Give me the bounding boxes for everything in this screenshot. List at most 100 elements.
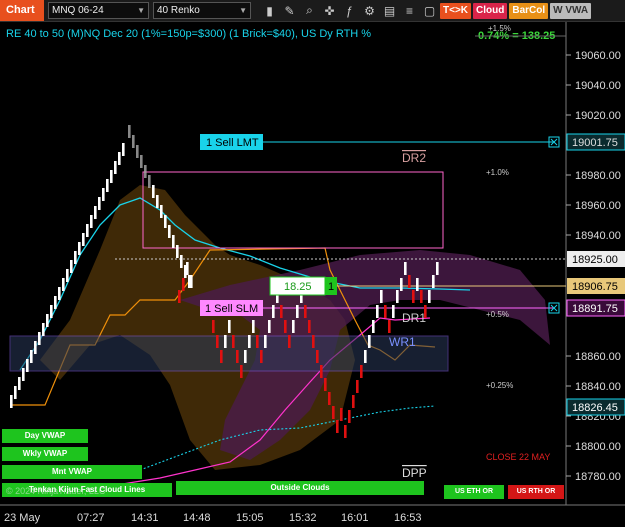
renko-brick bbox=[432, 275, 435, 288]
renko-brick bbox=[114, 161, 117, 174]
renko-brick bbox=[178, 290, 181, 303]
renko-brick bbox=[70, 260, 73, 273]
renko-brick bbox=[280, 305, 283, 318]
renko-brick bbox=[122, 143, 125, 156]
renko-brick bbox=[148, 175, 151, 188]
renko-brick bbox=[186, 262, 189, 275]
instrument-selector[interactable]: MNQ 06-24 ▼ bbox=[48, 2, 149, 19]
indicators-icon[interactable]: ƒ bbox=[341, 2, 358, 19]
renko-brick bbox=[400, 278, 403, 291]
price-tick-label: 18860.00 bbox=[575, 351, 621, 363]
renko-brick bbox=[182, 278, 185, 291]
properties-icon[interactable]: ≡ bbox=[401, 2, 418, 19]
renko-brick bbox=[324, 378, 327, 391]
dr1-label: DR1 bbox=[402, 311, 426, 325]
mnt-vwap-button[interactable]: Mnt VWAP bbox=[2, 465, 142, 479]
dr2-label: DR2 bbox=[402, 151, 426, 165]
cloud-toggle-button[interactable]: Cloud bbox=[473, 2, 508, 19]
renko-brick bbox=[328, 392, 331, 405]
renko-brick bbox=[236, 350, 239, 363]
renko-brick bbox=[58, 287, 61, 300]
pct-level-label: +0.25% bbox=[486, 381, 513, 390]
renko-brick bbox=[344, 425, 347, 438]
us-rth-or-button[interactable]: US RTH OR bbox=[508, 485, 564, 499]
renko-brick bbox=[106, 179, 109, 192]
zoom-icon[interactable]: ⌕ bbox=[301, 2, 318, 19]
renko-brick bbox=[46, 314, 49, 327]
renko-brick bbox=[380, 290, 383, 303]
renko-brick bbox=[62, 278, 65, 291]
templates-icon[interactable]: ▤ bbox=[381, 2, 398, 19]
chevron-down-icon: ▼ bbox=[137, 6, 145, 15]
renko-brick bbox=[388, 320, 391, 333]
renko-brick bbox=[110, 170, 113, 183]
renko-brick bbox=[190, 275, 193, 288]
draw-tools-icon[interactable]: ✎ bbox=[281, 2, 298, 19]
renko-brick bbox=[248, 335, 251, 348]
renko-brick bbox=[66, 269, 69, 282]
renko-brick bbox=[10, 395, 13, 408]
renko-brick bbox=[240, 365, 243, 378]
renko-brick bbox=[118, 152, 121, 165]
time-tick-label: 14:48 bbox=[183, 512, 211, 524]
bar-type-value: 40 Renko bbox=[157, 5, 200, 16]
vwap-price: 18826.45 bbox=[572, 402, 618, 414]
tok-toggle-button[interactable]: T<>K bbox=[440, 2, 472, 19]
price-tick-label: 18800.00 bbox=[575, 441, 621, 453]
renko-brick bbox=[82, 233, 85, 246]
current-price: 18925.00 bbox=[572, 254, 618, 266]
renko-brick bbox=[272, 305, 275, 318]
renko-brick bbox=[352, 395, 355, 408]
close-day-label: CLOSE 22 MAY bbox=[486, 452, 550, 462]
wkly-vwap-button[interactable]: Wkly VWAP bbox=[2, 447, 88, 461]
bar-type-selector[interactable]: 40 Renko ▼ bbox=[153, 2, 251, 19]
wr1-zone bbox=[9, 335, 449, 372]
strategies-icon[interactable]: ⚙ bbox=[361, 2, 378, 19]
wr1-label: WR1 bbox=[389, 335, 416, 349]
renko-brick bbox=[372, 320, 375, 333]
renko-brick bbox=[86, 224, 89, 237]
outside-clouds-button[interactable]: Outside Clouds bbox=[176, 481, 424, 495]
sell-slm-order-label: 1 Sell SLM bbox=[205, 303, 258, 315]
renko-brick bbox=[140, 155, 143, 168]
wvwap-toggle-button[interactable]: W VWA bbox=[550, 2, 592, 19]
renko-brick bbox=[376, 305, 379, 318]
chart-canvas[interactable]: 19060.00 19040.00 19020.00 18980.00 1896… bbox=[0, 22, 625, 527]
snapshot-icon[interactable]: ▢ bbox=[421, 2, 438, 19]
renko-brick bbox=[18, 377, 21, 390]
renko-brick bbox=[156, 195, 159, 208]
renko-brick bbox=[90, 215, 93, 228]
crosshair-icon[interactable]: ✜ bbox=[321, 2, 338, 19]
time-tick-label: 15:05 bbox=[236, 512, 264, 524]
renko-brick bbox=[428, 290, 431, 303]
time-axis: 23 May 07:27 14:31 14:48 15:05 15:32 16:… bbox=[4, 512, 422, 524]
renko-brick bbox=[30, 350, 33, 363]
renko-brick bbox=[160, 205, 163, 218]
price-tick-label: 18980.00 bbox=[575, 170, 621, 182]
renko-brick bbox=[268, 320, 271, 333]
time-tick-label: 16:01 bbox=[341, 512, 369, 524]
renko-brick bbox=[260, 350, 263, 363]
renko-brick bbox=[50, 305, 53, 318]
sell-lmt-order-label: 1 Sell LMT bbox=[206, 137, 259, 149]
renko-brick bbox=[404, 262, 407, 275]
renko-brick bbox=[308, 320, 311, 333]
bar-chart-icon[interactable]: ▮ bbox=[261, 2, 278, 19]
us-eth-or-button[interactable]: US ETH OR bbox=[444, 485, 504, 499]
time-tick-label: 07:27 bbox=[77, 512, 105, 524]
renko-brick bbox=[392, 305, 395, 318]
renko-brick bbox=[132, 135, 135, 148]
barcol-toggle-button[interactable]: BarCol bbox=[509, 2, 549, 19]
renko-brick bbox=[212, 320, 215, 333]
renko-brick bbox=[42, 323, 45, 336]
renko-brick bbox=[228, 320, 231, 333]
chevron-down-icon: ▼ bbox=[239, 6, 247, 15]
renko-brick bbox=[78, 242, 81, 255]
renko-brick bbox=[244, 350, 247, 363]
chart-menu-button[interactable]: Chart bbox=[0, 0, 44, 21]
renko-brick bbox=[26, 359, 29, 372]
renko-brick bbox=[98, 197, 101, 210]
day-vwap-button[interactable]: Day VWAP bbox=[2, 429, 88, 443]
renko-brick bbox=[172, 235, 175, 248]
renko-brick bbox=[38, 332, 41, 345]
